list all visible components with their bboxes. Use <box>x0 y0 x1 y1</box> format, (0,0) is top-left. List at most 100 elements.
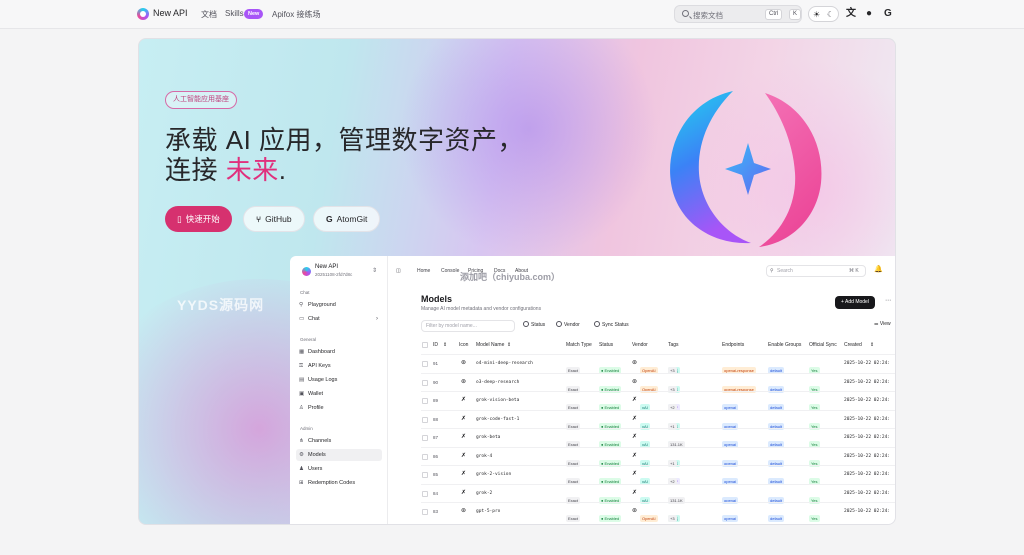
sidebar-item-profile[interactable]: ♙ Profile <box>296 402 382 414</box>
brand-logo-icon[interactable] <box>137 8 149 20</box>
row-checkbox[interactable] <box>422 490 428 497</box>
xai-icon: ✗ <box>632 471 638 477</box>
row-id: 91 <box>433 361 439 366</box>
atomgit-button[interactable]: G AtomGit <box>313 206 381 232</box>
model-name[interactable]: grok-2-vision <box>476 472 511 477</box>
filter-sync-status[interactable]: Sync Status <box>594 321 629 328</box>
openai-icon: ⊛ <box>461 360 467 366</box>
tag: +3 <box>668 515 677 522</box>
group-badge: default <box>768 515 785 522</box>
sidebar-item-api-keys[interactable]: ⚿ API Keys <box>296 360 382 372</box>
sidebar-item-wallet[interactable]: ▣ Wallet <box>296 388 382 400</box>
select-all-checkbox[interactable] <box>422 342 428 348</box>
table-row[interactable]: 89 ✗ grok-vision-beta Exact ● Enabled ✗ … <box>421 391 895 411</box>
translate-icon[interactable]: 文 <box>846 7 856 20</box>
theme-toggle[interactable]: ☀ ☾ <box>808 6 839 22</box>
top-nav: New API 文档 Skills New Apifox 接练场 搜索文档 Ct… <box>0 0 1024 29</box>
openai-icon: ⊛ <box>632 360 638 366</box>
dashboard-sidebar: New API 20251108-2fd7d8c ⇕ Chat ⚲ Playgro… <box>290 256 388 524</box>
openai-icon: ⊛ <box>632 378 638 385</box>
table-row[interactable]: 91 ⊛ o4-mini-deep-research Exact ● Enabl… <box>421 354 895 374</box>
quick-start-button[interactable]: ▯ 快速开始 <box>165 206 232 232</box>
nav-link-skills[interactable]: Skills <box>225 9 244 18</box>
model-name[interactable]: grok-code-fast-1 <box>476 417 519 422</box>
row-checkbox[interactable] <box>422 416 428 423</box>
table-row[interactable]: 90 ⊛ o3-deep-research Exact ● Enabled ⊛ … <box>421 372 895 393</box>
filter-status[interactable]: Status <box>523 321 545 328</box>
row-checkbox[interactable] <box>422 509 428 515</box>
channels-icon: ⋔ <box>299 438 304 444</box>
nav-link-docs[interactable]: 文档 <box>201 9 217 20</box>
redemption-icon: ⊞ <box>299 480 304 486</box>
app-version: 20251108-2fd7d8c <box>315 272 353 277</box>
vendor-badge: OpenAI <box>640 515 658 522</box>
row-checkbox[interactable] <box>422 379 428 386</box>
chevron-updown-icon[interactable]: ⇕ <box>372 267 377 274</box>
table-row[interactable]: 84 ✗ grok-2 Exact ● Enabled ✗ xAI 工具131.… <box>421 483 895 504</box>
dashboard-search-input[interactable]: ⚲ Search ⌘ K <box>766 265 866 277</box>
created-date: 2025-10-22 02:24: <box>844 509 891 514</box>
docs-search-input[interactable]: 搜索文档 Ctrl K <box>674 5 802 23</box>
model-filter-input[interactable]: Filter by model name... <box>421 320 515 332</box>
table-row[interactable]: 87 ✗ grok-beta Exact ● Enabled ✗ xAI 工具1… <box>421 428 895 448</box>
sidebar-item-channels[interactable]: ⋔ Channels <box>296 435 382 447</box>
row-checkbox[interactable] <box>422 453 428 460</box>
row-checkbox[interactable] <box>422 398 428 404</box>
table-row[interactable]: 83 ⊛ gpt-5-pro Exact ● Enabled ⊛ OpenAI … <box>421 502 895 522</box>
crumb-console[interactable]: Console <box>441 268 459 274</box>
model-name[interactable]: grok-4 <box>476 454 492 459</box>
xai-icon: ✗ <box>632 489 638 496</box>
table-row[interactable]: 85 ✗ grok-2-vision Exact ● Enabled ✗ xAI… <box>421 465 895 485</box>
openai-icon: ⊛ <box>632 508 638 514</box>
xai-icon: ✗ <box>632 452 638 459</box>
row-checkbox[interactable] <box>422 472 428 478</box>
row-checkbox[interactable] <box>422 361 428 367</box>
filter-vendor[interactable]: Vendor <box>556 321 580 328</box>
created-date: 2025-10-22 02:24: <box>844 453 891 459</box>
model-name[interactable]: grok-2 <box>476 491 492 496</box>
chat-icon: ▭ <box>299 316 305 322</box>
sidebar-item-dashboard[interactable]: ▦ Dashboard <box>296 346 382 358</box>
add-model-button[interactable]: + Add Model <box>835 296 875 309</box>
github-button[interactable]: ⑂ GitHub <box>243 206 305 232</box>
view-button[interactable]: ⚌ View <box>874 321 891 327</box>
created-date: 2025-10-22 02:24: <box>844 435 891 440</box>
github-icon[interactable]: ● <box>866 7 872 20</box>
row-id: 90 <box>433 379 439 385</box>
model-name[interactable]: o4-mini-deep-research <box>476 361 533 366</box>
model-name[interactable]: gpt-5-pro <box>476 509 500 514</box>
search-placeholder: 搜索文档 <box>693 11 723 20</box>
model-name[interactable]: grok-beta <box>476 435 500 440</box>
sidebar-item-chat[interactable]: ▭ Chat › <box>296 313 382 325</box>
row-checkbox[interactable] <box>422 435 428 441</box>
crumb-home[interactable]: Home <box>417 268 430 274</box>
sidebar-item-usage-logs[interactable]: ▤ Usage Logs <box>296 374 382 386</box>
created-date: 2025-10-22 02:24: <box>844 361 891 366</box>
more-icon[interactable]: ⋯ <box>885 297 891 304</box>
nav-link-apifox[interactable]: Apifox 接练场 <box>272 9 320 20</box>
brand-name[interactable]: New API <box>153 8 188 18</box>
github-icon: ⑂ <box>256 214 262 224</box>
sidebar-item-models[interactable]: ⚙ Models <box>296 449 382 461</box>
sidebar-item-playground[interactable]: ⚲ Playground <box>296 299 382 311</box>
table-row[interactable]: 86 ✗ grok-4 Exact ● Enabled ✗ xAI 推理工具+1… <box>421 446 895 467</box>
model-name[interactable]: grok-vision-beta <box>476 398 519 403</box>
row-id: 89 <box>433 398 439 403</box>
hero-section: 人工智能应用基座 承载 AI 应用，管理数字资产， 连接 未来. ▯ 快速开始 ⑂… <box>138 38 896 525</box>
models-icon: ⚙ <box>299 452 304 458</box>
xai-icon: ✗ <box>461 397 467 403</box>
sun-icon: ☀ <box>813 10 821 19</box>
app-logo-icon <box>302 267 311 276</box>
sidebar-toggle-icon[interactable]: ◫ <box>396 268 401 274</box>
model-name[interactable]: o3-deep-research <box>476 380 519 385</box>
created-date: 2025-10-22 02:24: <box>844 416 891 422</box>
bell-icon[interactable]: 🔔 <box>874 265 883 273</box>
google-icon[interactable]: G <box>884 7 892 20</box>
created-date: 2025-10-22 02:24: <box>844 472 891 477</box>
sidebar-item-redemption-codes[interactable]: ⊞ Redemption Codes <box>296 477 382 489</box>
table-row[interactable]: 88 ✗ grok-code-fast-1 Exact ● Enabled ✗ … <box>421 409 895 430</box>
search-icon: ⚲ <box>770 268 774 274</box>
sidebar-item-users[interactable]: ♟ Users <box>296 463 382 475</box>
kbd-ctrl: Ctrl <box>765 9 783 20</box>
playground-icon: ⚲ <box>299 302 304 308</box>
